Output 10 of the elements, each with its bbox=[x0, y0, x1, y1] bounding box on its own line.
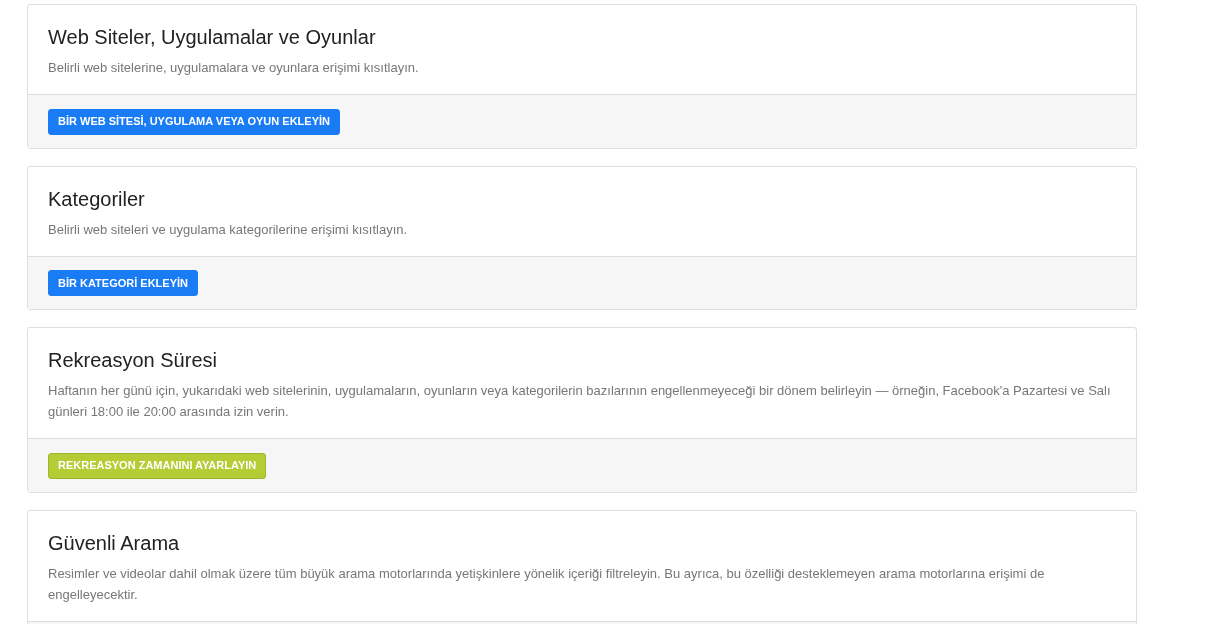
card-title: Kategoriler bbox=[48, 186, 146, 212]
card-description: Haftanın her günü için, yukarıdaki web sitelerinin, uygulamaların, oyunların veya kategorilerin bazılarının engellenmeyeceği bir dönem belirleyin — örneğin, Facebook'a Pazartesi ve Salı günleri 18:00 ile 20:00 arasında izin verin. bbox=[48, 382, 1112, 421]
card-description: Belirli web sitelerine, uygulamalara ve oyunlara erişimi kısıtlayın. bbox=[48, 59, 420, 77]
card-title: Web Siteler, Uygulamalar ve Oyunlar bbox=[48, 25, 377, 50]
card-title: Güvenli Arama bbox=[48, 530, 181, 556]
action-button[interactable]: BİR WEB SİTESİ, UYGULAMA VEYA OYUN EKLEYİN bbox=[48, 108, 340, 135]
card-description: Resimler ve videolar dahil olmak üzere tüm büyük arama motorlarında yetişkinlere yönelik içeriği filtreleyin. Bu ayrıca, bu özelliği desteklemeyen arama motorlarına erişimi de engelleyecektir. bbox=[48, 564, 1046, 604]
action-button[interactable]: BİR KATEGORİ EKLEYİN bbox=[48, 270, 198, 296]
card-description: Belirli web siteleri ve uygulama kategorilerine erişimi kısıtlayın. bbox=[48, 220, 409, 239]
card-title: Rekreasyon Süresi bbox=[48, 348, 218, 373]
